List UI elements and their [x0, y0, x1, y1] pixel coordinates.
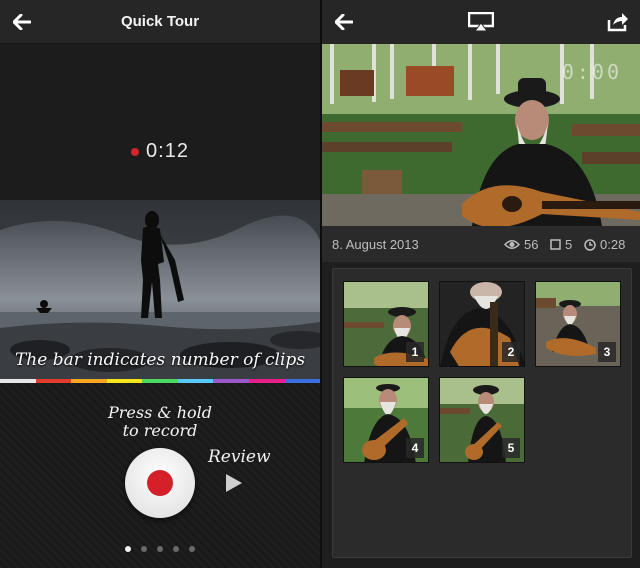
clips-count: 5 [565, 237, 573, 252]
clip-number: 3 [598, 342, 616, 362]
views-count: 56 [524, 237, 539, 252]
clip-thumbnail[interactable]: 2 [439, 281, 525, 367]
page-dot[interactable] [173, 546, 179, 552]
recording-dot-icon [131, 147, 140, 156]
clip-number: 5 [502, 438, 520, 458]
back-arrow-icon[interactable] [328, 6, 360, 38]
clips-stat: 5 [550, 237, 572, 252]
review-label: Review [208, 447, 271, 467]
duration-value: 0:28 [600, 237, 626, 252]
clip-thumbnail[interactable]: 1 [343, 281, 429, 367]
record-dot-icon [147, 470, 173, 496]
video-info-bar: 8. August 2013 56 5 0:28 [322, 226, 640, 262]
page-dot[interactable] [157, 546, 163, 552]
clips-bar-caption: The bar indicates number of clips [14, 350, 306, 370]
page-dot[interactable] [189, 546, 195, 552]
press-hold-line2: to record [122, 421, 198, 440]
duration-stat: 0:28 [584, 237, 625, 252]
page-title: Quick Tour [120, 13, 200, 30]
recording-timer: 0:12 [0, 140, 320, 163]
clip-thumbnail[interactable]: 5 [439, 377, 525, 463]
top-bar: Quick Tour [0, 0, 320, 44]
clip-number: 1 [406, 342, 424, 362]
share-icon[interactable] [602, 6, 634, 38]
airplay-icon[interactable] [465, 6, 497, 38]
page-indicator [0, 546, 320, 552]
clips-square-icon [550, 239, 561, 250]
clip-thumbnail[interactable]: 4 [343, 377, 429, 463]
timer-value: 0:12 [146, 140, 189, 162]
top-bar [322, 0, 640, 44]
eye-icon [504, 240, 520, 249]
video-detail-screen: 0:00 8. August 2013 56 5 0:28 1 2 3 4 5 [320, 0, 640, 568]
record-button[interactable] [125, 448, 195, 518]
views-stat: 56 [504, 237, 538, 252]
clip-thumbnail[interactable]: 3 [535, 281, 621, 367]
back-arrow-icon[interactable] [6, 6, 38, 38]
video-timestamp: 0:00 [561, 60, 622, 84]
press-hold-line1: Press & hold [107, 403, 212, 422]
video-date: 8. August 2013 [332, 237, 419, 252]
video-player[interactable]: 0:00 [322, 44, 640, 226]
clip-number: 2 [502, 342, 520, 362]
clip-number: 4 [406, 438, 424, 458]
page-dot[interactable] [125, 546, 131, 552]
quick-tour-screen: Quick Tour 0:12 The bar indicates number… [0, 0, 320, 568]
review-play-icon[interactable] [226, 474, 242, 492]
page-dot[interactable] [141, 546, 147, 552]
clock-icon [584, 238, 596, 251]
clips-panel: 1 2 3 4 5 [332, 268, 632, 558]
press-hold-instructions: Press & hold to record [100, 404, 220, 440]
